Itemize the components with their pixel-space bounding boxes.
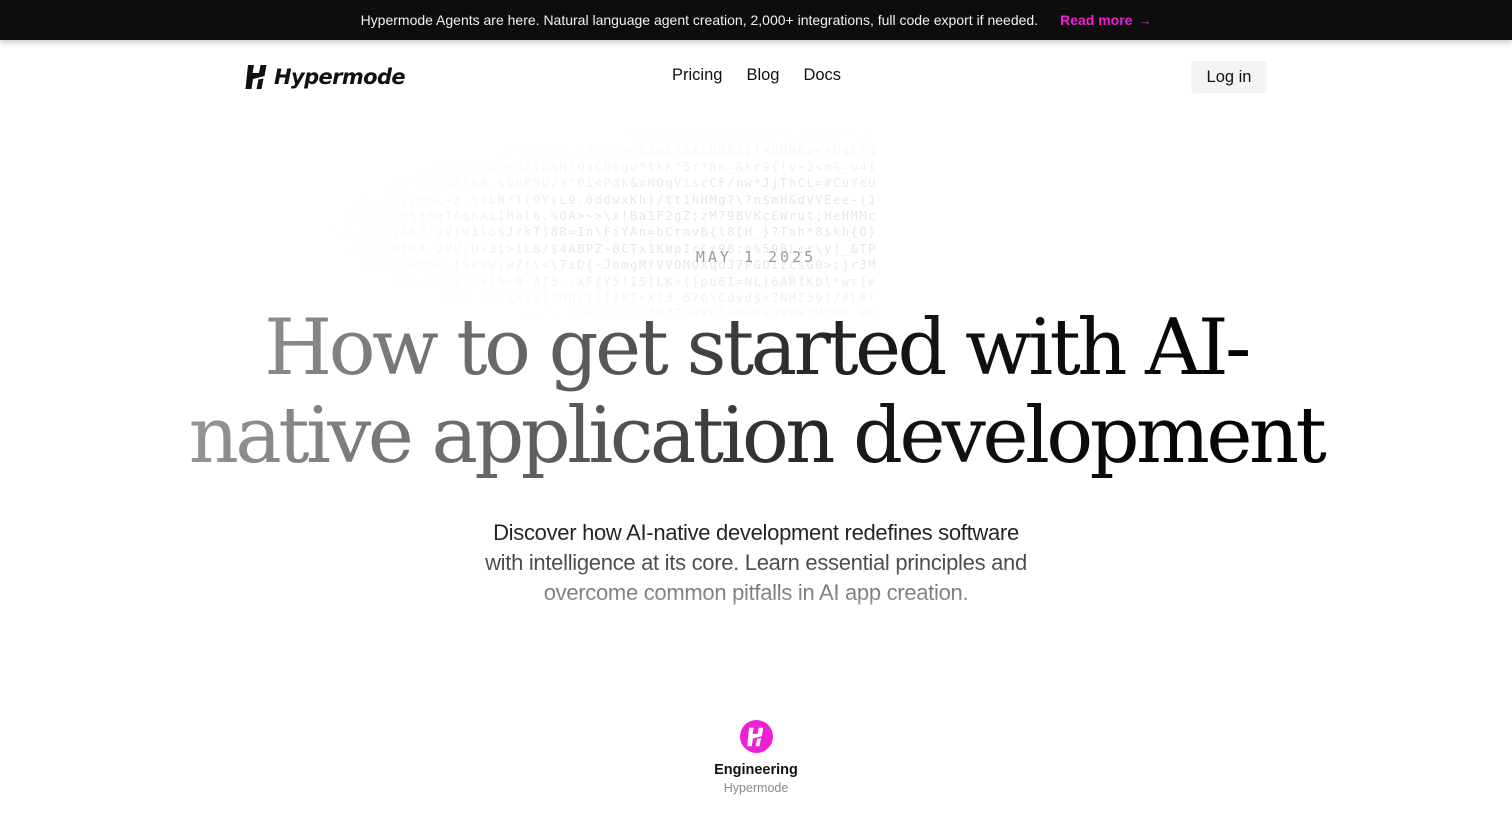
nav-docs[interactable]: Docs bbox=[803, 66, 841, 85]
main-nav: Pricing Blog Docs bbox=[672, 66, 841, 85]
logo-wordmark: Hypermode bbox=[274, 65, 406, 89]
login-button[interactable]: Log in bbox=[1191, 61, 1267, 93]
author-block: Engineering Hypermode bbox=[0, 720, 1512, 795]
post-date: MAY 1 2025 bbox=[695, 248, 817, 266]
author-org: Hypermode bbox=[723, 781, 789, 795]
announcement-text: Hypermode Agents are here. Natural langu… bbox=[360, 12, 1039, 28]
read-more-link[interactable]: Read more → bbox=[1060, 12, 1151, 28]
logo-link[interactable]: Hypermode bbox=[244, 64, 406, 90]
page-title: How to get started with AI-native applic… bbox=[180, 304, 1332, 480]
author-name: Engineering bbox=[714, 762, 798, 778]
announcement-bar: Hypermode Agents are here. Natural langu… bbox=[0, 0, 1512, 40]
page-subtitle: Discover how AI-native development redef… bbox=[476, 518, 1036, 608]
nav-pricing[interactable]: Pricing bbox=[672, 66, 722, 85]
arrow-right-icon: → bbox=[1138, 12, 1152, 28]
read-more-label: Read more bbox=[1060, 12, 1133, 28]
site-header: Hypermode Pricing Blog Docs Log in bbox=[0, 40, 1512, 114]
nav-blog[interactable]: Blog bbox=[746, 66, 779, 85]
hypermode-avatar-icon bbox=[739, 720, 773, 753]
hypermode-logo-icon bbox=[244, 64, 270, 90]
matrix-background: qwKVmsG%zjY]5GrU6NwqPE:_Km.Qkv6YO-mUvcN]… bbox=[330, 127, 878, 316]
